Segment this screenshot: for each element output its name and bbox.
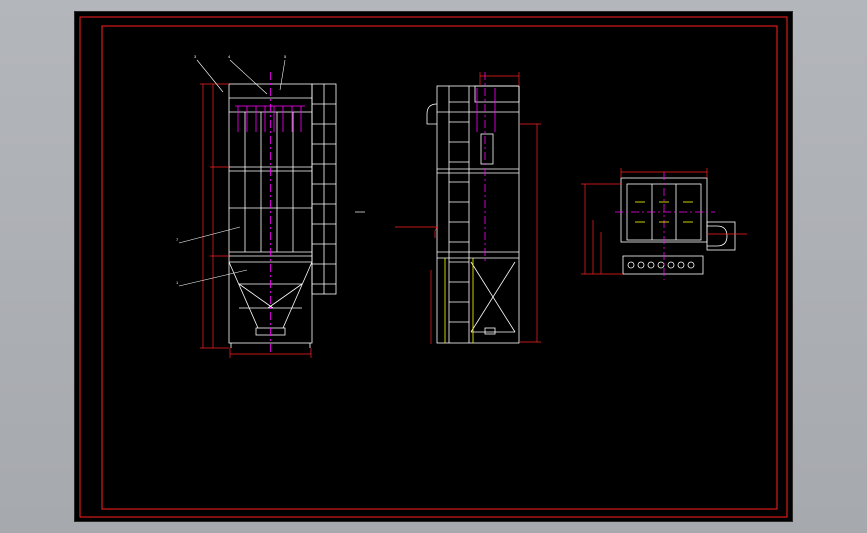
front-view <box>228 83 337 348</box>
plan-view <box>620 177 736 275</box>
front-dimensions <box>200 83 312 358</box>
side-centerlines <box>476 72 496 262</box>
callout-4: 4 <box>228 54 231 59</box>
cad-viewport[interactable]: 3 4 5 7 1 <box>0 0 867 533</box>
drawing-sheet: 3 4 5 7 1 <box>75 12 792 521</box>
outer-border <box>79 16 788 518</box>
callout-3: 3 <box>194 54 197 59</box>
callout-5: 5 <box>284 54 287 59</box>
drawing-canvas: 3 4 5 7 1 <box>79 16 788 518</box>
callout-1: 1 <box>176 280 179 285</box>
plan-centerlines <box>615 172 715 280</box>
front-bag-filters <box>235 72 305 352</box>
callout-7: 7 <box>176 237 179 242</box>
